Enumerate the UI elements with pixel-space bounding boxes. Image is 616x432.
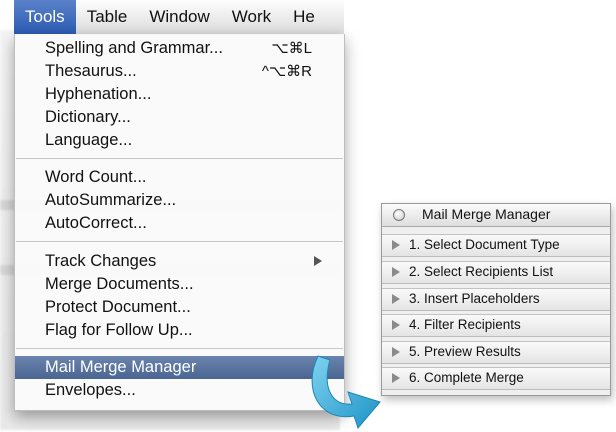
disclosure-triangle-icon bbox=[392, 373, 400, 383]
menu-item-shortcut: ^⌥⌘R bbox=[261, 63, 312, 80]
menu-item-protect-document[interactable]: Protect Document... bbox=[15, 296, 344, 319]
disclosure-triangle-icon bbox=[392, 347, 400, 357]
menu-item-flag-follow-up[interactable]: Flag for Follow Up... bbox=[15, 319, 344, 342]
step-insert-placeholders[interactable]: 3. Insert Placeholders bbox=[382, 288, 610, 311]
menu-item-shortcut: ⌥⌘L bbox=[271, 40, 312, 57]
menu-separator bbox=[16, 241, 343, 242]
menu-item-label: Dictionary... bbox=[45, 108, 131, 126]
menu-item-label: Word Count... bbox=[45, 168, 147, 186]
menu-item-label: AutoSummarize... bbox=[45, 191, 177, 209]
palette-title-bar: Mail Merge Manager bbox=[382, 204, 610, 227]
step-select-recipients-list[interactable]: 2. Select Recipients List bbox=[382, 261, 610, 284]
disclosure-triangle-icon bbox=[392, 267, 400, 277]
menu-item-label: Envelopes... bbox=[45, 381, 136, 399]
menubar: Tools Table Window Work He bbox=[14, 0, 344, 35]
step-label: 4. Filter Recipients bbox=[409, 317, 521, 332]
menubar-help[interactable]: He bbox=[282, 0, 326, 34]
disclosure-triangle-icon bbox=[392, 240, 400, 250]
menu-separator bbox=[16, 348, 343, 349]
menu-item-label: Protect Document... bbox=[45, 298, 191, 316]
mail-merge-manager-palette: Mail Merge Manager 1. Select Document Ty… bbox=[381, 203, 611, 396]
step-label: 6. Complete Merge bbox=[409, 370, 524, 385]
menu-item-dictionary[interactable]: Dictionary... bbox=[15, 106, 344, 129]
menu-item-language[interactable]: Language... bbox=[15, 129, 344, 152]
step-complete-merge[interactable]: 6. Complete Merge bbox=[382, 367, 610, 390]
circle-icon[interactable] bbox=[393, 209, 405, 221]
chevron-right-icon bbox=[314, 256, 322, 266]
menu-item-track-changes[interactable]: Track Changes bbox=[15, 250, 344, 273]
step-label: 5. Preview Results bbox=[409, 344, 521, 359]
step-label: 2. Select Recipients List bbox=[409, 264, 554, 279]
menubar-work[interactable]: Work bbox=[221, 0, 282, 34]
menu-item-merge-documents[interactable]: Merge Documents... bbox=[15, 273, 344, 296]
disclosure-triangle-icon bbox=[392, 320, 400, 330]
menu-item-mail-merge-manager[interactable]: Mail Merge Manager bbox=[15, 356, 344, 379]
menu-item-thesaurus[interactable]: Thesaurus... ^⌥⌘R bbox=[15, 60, 344, 83]
menu-item-label: Spelling and Grammar... bbox=[45, 39, 223, 57]
menu-item-label: Thesaurus... bbox=[45, 62, 137, 80]
menu-separator bbox=[16, 158, 343, 159]
menubar-window[interactable]: Window bbox=[138, 0, 220, 34]
step-filter-recipients[interactable]: 4. Filter Recipients bbox=[382, 314, 610, 337]
step-label: 3. Insert Placeholders bbox=[409, 291, 540, 306]
step-preview-results[interactable]: 5. Preview Results bbox=[382, 341, 610, 364]
menu-item-label: Mail Merge Manager bbox=[45, 358, 197, 376]
disclosure-triangle-icon bbox=[392, 294, 400, 304]
menu-item-envelopes[interactable]: Envelopes... bbox=[15, 379, 344, 402]
menu-item-label: Language... bbox=[45, 131, 133, 149]
menu-item-autocorrect[interactable]: AutoCorrect... bbox=[15, 212, 344, 235]
menu-item-word-count[interactable]: Word Count... bbox=[15, 166, 344, 189]
palette-title: Mail Merge Manager bbox=[422, 206, 551, 222]
menu-item-label: Hyphenation... bbox=[45, 85, 152, 103]
step-select-document-type[interactable]: 1. Select Document Type bbox=[382, 234, 610, 257]
menubar-table[interactable]: Table bbox=[76, 0, 139, 34]
menu-item-label: Flag for Follow Up... bbox=[45, 321, 193, 339]
menu-item-label: AutoCorrect... bbox=[45, 214, 147, 232]
step-label: 1. Select Document Type bbox=[409, 237, 560, 252]
menu-item-autosummarize[interactable]: AutoSummarize... bbox=[15, 189, 344, 212]
menu-item-label: Track Changes bbox=[45, 252, 157, 270]
menu-item-label: Merge Documents... bbox=[45, 275, 194, 293]
menu-item-spelling-grammar[interactable]: Spelling and Grammar... ⌥⌘L bbox=[15, 37, 344, 60]
menu-item-hyphenation[interactable]: Hyphenation... bbox=[15, 83, 344, 106]
menubar-tools[interactable]: Tools bbox=[14, 0, 76, 34]
